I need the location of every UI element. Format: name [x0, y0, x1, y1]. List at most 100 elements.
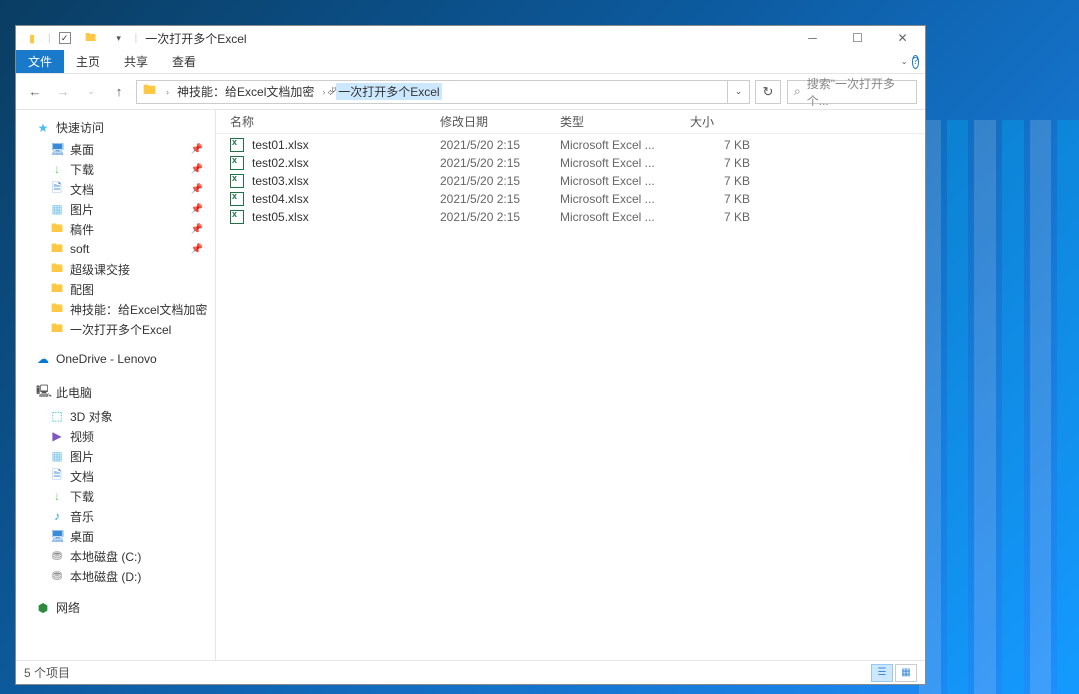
nav-documents[interactable]: 🗎文档📌 [16, 179, 215, 199]
folder-icon: 🖿 [143, 81, 156, 103]
quick-access[interactable]: ★快速访问 [16, 116, 215, 139]
qab-dropdown-icon[interactable]: ▾ [111, 30, 127, 46]
nav-drive-c[interactable]: ⛃本地磁盘 (C:) [16, 546, 215, 566]
nav-network[interactable]: ⬢网络 [16, 596, 215, 619]
navigation-pane[interactable]: ★快速访问 🖥桌面📌 ↓下载📌 🗎文档📌 ▦图片📌 🖿稿件📌 🖿soft📌 🖿超… [16, 110, 216, 660]
download-icon: ↓ [50, 162, 64, 176]
picture-icon: ▦ [50, 449, 64, 463]
breadcrumb-item-current[interactable]: 一次打开多个Excel [336, 83, 441, 100]
file-row[interactable]: test03.xlsx2021/5/20 2:15Microsoft Excel… [216, 172, 925, 190]
status-bar: 5 个项目 ☰ ▦ [16, 660, 925, 684]
up-button[interactable]: ↑ [108, 81, 130, 103]
window-title: 一次打开多个Excel [145, 30, 246, 47]
nav-open-multi[interactable]: 🖿一次打开多个Excel [16, 319, 215, 339]
back-button[interactable]: ← [24, 81, 46, 103]
address-bar-row: ← → ⌄ ↑ 🖿 › 神技能：给Excel文档加密 › ⮰ 一次打开多个Exc… [16, 74, 925, 110]
column-headers: 名称 修改日期 类型 大小 [216, 110, 925, 134]
file-rows: test01.xlsx2021/5/20 2:15Microsoft Excel… [216, 134, 925, 226]
file-row[interactable]: test01.xlsx2021/5/20 2:15Microsoft Excel… [216, 136, 925, 154]
minimize-button[interactable]: ─ [790, 26, 835, 50]
breadcrumb[interactable]: 🖿 › 神技能：给Excel文档加密 › ⮰ 一次打开多个Excel ⌄ [136, 80, 750, 104]
forward-button[interactable]: → [52, 81, 74, 103]
nav-videos[interactable]: ▶视频 [16, 426, 215, 446]
folder-icon: 🖿 [50, 279, 64, 300]
breadcrumb-item[interactable]: 神技能：给Excel文档加密 [175, 83, 316, 100]
download-icon: ↓ [50, 489, 64, 503]
file-row[interactable]: test04.xlsx2021/5/20 2:15Microsoft Excel… [216, 190, 925, 208]
wallpaper [919, 120, 1079, 694]
nav-onedrive[interactable]: ☁OneDrive - Lenovo [16, 349, 215, 369]
nav-3d[interactable]: ⬚3D 对象 [16, 406, 215, 426]
pin-icon: 📌 [191, 244, 203, 255]
nav-music[interactable]: ♪音乐 [16, 506, 215, 526]
drive-icon: ⛃ [50, 549, 64, 563]
nav-downloads[interactable]: ↓下载📌 [16, 159, 215, 179]
pin-icon: 📌 [191, 224, 203, 235]
nav-downloads2[interactable]: ↓下载 [16, 486, 215, 506]
details-view-button[interactable]: ☰ [871, 664, 893, 682]
folder-icon: 🖿 [50, 259, 64, 280]
separator: | [135, 33, 138, 44]
titlebar[interactable]: ▮ | ✓ 🖿 ▾ | 一次打开多个Excel ─ ☐ ✕ [16, 26, 925, 50]
nav-desktop2[interactable]: 🖥桌面 [16, 526, 215, 546]
nav-drive-d[interactable]: ⛃本地磁盘 (D:) [16, 566, 215, 586]
nav-desktop[interactable]: 🖥桌面📌 [16, 139, 215, 159]
excel-icon [230, 156, 246, 170]
refresh-button[interactable]: ↻ [755, 80, 781, 104]
nav-draft[interactable]: 🖿稿件📌 [16, 219, 215, 239]
separator: | [48, 33, 51, 44]
col-name[interactable]: 名称 [230, 113, 440, 130]
thumbnails-view-button[interactable]: ▦ [895, 664, 917, 682]
tab-home[interactable]: 主页 [64, 50, 112, 73]
cloud-icon: ☁ [36, 352, 50, 366]
star-icon: ★ [36, 121, 50, 135]
address-dropdown-icon[interactable]: ⌄ [727, 81, 749, 103]
folder-icon: ▮ [24, 30, 40, 46]
pin-icon: 📌 [191, 164, 203, 175]
file-row[interactable]: test05.xlsx2021/5/20 2:15Microsoft Excel… [216, 208, 925, 226]
recent-dropdown[interactable]: ⌄ [80, 81, 102, 103]
help-icon[interactable]: ? [912, 55, 920, 69]
nav-documents2[interactable]: 🗎文档 [16, 466, 215, 486]
file-list-pane: 名称 修改日期 类型 大小 test01.xlsx2021/5/20 2:15M… [216, 110, 925, 660]
cube-icon: ⬚ [50, 409, 64, 423]
nav-soft[interactable]: 🖿soft📌 [16, 239, 215, 259]
nav-super-handover[interactable]: 🖿超级课交接 [16, 259, 215, 279]
drive-icon: ⛃ [50, 569, 64, 583]
nav-skill-excel[interactable]: 🖿神技能：给Excel文档加密 [16, 299, 215, 319]
cursor-icon: ⮰ [327, 86, 336, 99]
nav-this-pc[interactable]: 🖳此电脑 [16, 379, 215, 406]
picture-icon: ▦ [50, 202, 64, 216]
ribbon-tabs: 文件 主页 共享 查看 ⌄? [16, 50, 925, 74]
video-icon: ▶ [50, 429, 64, 443]
document-icon: 🗎 [50, 179, 64, 200]
document-icon: 🗎 [50, 466, 64, 487]
tab-share[interactable]: 共享 [112, 50, 160, 73]
pin-icon: 📌 [191, 144, 203, 155]
maximize-button[interactable]: ☐ [835, 26, 880, 50]
pin-icon: 📌 [191, 184, 203, 195]
nav-pictu[interactable]: 🖿配图 [16, 279, 215, 299]
folder-icon: 🖿 [50, 219, 64, 240]
excel-icon [230, 174, 246, 188]
excel-icon [230, 192, 246, 206]
nav-pictures[interactable]: ▦图片📌 [16, 199, 215, 219]
close-button[interactable]: ✕ [880, 26, 925, 50]
excel-icon [230, 138, 246, 152]
expand-ribbon-icon[interactable]: ⌄ [901, 57, 908, 66]
nav-pictures2[interactable]: ▦图片 [16, 446, 215, 466]
search-input[interactable]: ⌕ 搜索"一次打开多个... [787, 80, 917, 104]
col-date[interactable]: 修改日期 [440, 113, 560, 130]
file-row[interactable]: test02.xlsx2021/5/20 2:15Microsoft Excel… [216, 154, 925, 172]
chevron-icon[interactable]: › [160, 87, 175, 97]
network-icon: ⬢ [36, 601, 50, 615]
folder-icon: 🖿 [83, 30, 99, 46]
col-type[interactable]: 类型 [560, 113, 690, 130]
pin-icon: 📌 [191, 204, 203, 215]
tab-view[interactable]: 查看 [160, 50, 208, 73]
search-icon: ⌕ [794, 84, 801, 99]
checkbox-icon[interactable]: ✓ [59, 32, 71, 44]
col-size[interactable]: 大小 [690, 113, 750, 130]
desktop-icon: 🖥 [50, 142, 64, 156]
tab-file[interactable]: 文件 [16, 50, 64, 73]
